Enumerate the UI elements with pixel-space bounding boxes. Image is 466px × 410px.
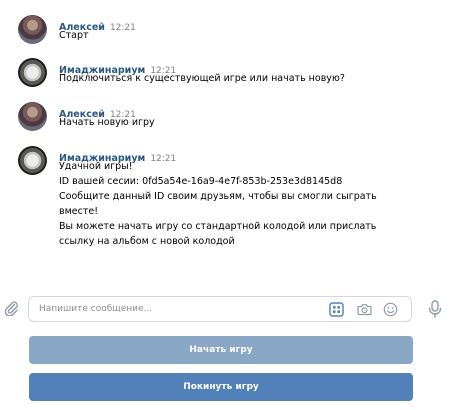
message-line: Старт	[59, 30, 89, 41]
avatar[interactable]	[18, 102, 47, 131]
avatar[interactable]	[18, 58, 47, 87]
message-history: Алексей 12:21 Старт Имаджинариум 12:21 Под…	[0, 0, 450, 285]
message-line: Сообщите данный ID своим друзьям, чтобы …	[59, 191, 377, 202]
message-line: Подключиться к существующей игре или нач…	[59, 73, 345, 84]
message-line: Удачной игры!	[59, 161, 133, 172]
message-text: Удачной игры! ID вашей сесии: 0fd5a54e-1…	[59, 159, 399, 249]
message-line: ID вашей сесии: 0fd5a54e-16a9-4e7f-853b-…	[59, 176, 343, 187]
emoji-icon[interactable]	[383, 302, 398, 317]
avatar[interactable]	[18, 146, 47, 175]
paperclip-icon[interactable]	[3, 300, 19, 317]
message-text: Подключиться к существующей игре или нач…	[59, 71, 399, 86]
message-input[interactable]	[39, 297, 319, 321]
camera-icon[interactable]	[357, 302, 372, 317]
message-text: Начать новую игру	[59, 115, 399, 130]
message-composer	[28, 296, 412, 322]
start-game-button[interactable]: Начать игру	[29, 336, 413, 364]
message-line: вместе!	[59, 206, 99, 217]
keyboard-icon[interactable]	[329, 302, 344, 317]
avatar[interactable]	[18, 15, 47, 44]
message-line: Начать новую игру	[59, 117, 155, 128]
message-text: Старт	[59, 28, 399, 43]
leave-game-button[interactable]: Покинуть игру	[29, 373, 413, 401]
message-line: Вы можете начать игру со стандартной кол…	[59, 221, 377, 232]
microphone-icon[interactable]	[427, 299, 443, 319]
message-line: ссылку на альбом с новой колодой	[59, 236, 235, 247]
